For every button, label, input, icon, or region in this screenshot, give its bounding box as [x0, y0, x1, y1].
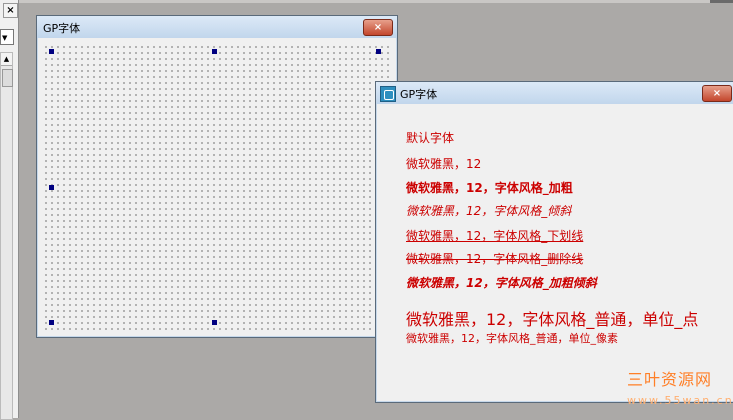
- watermark-logo: 三叶资源网: [627, 370, 713, 389]
- resize-handle[interactable]: [49, 185, 54, 190]
- runtime-window: GP字体 × 默认字体 微软雅黑，12 微软雅黑，12，字体风格_加粗 微软雅黑…: [375, 81, 733, 403]
- label-italic: 微软雅黑，12，字体风格_倾斜: [406, 204, 572, 218]
- resize-handle[interactable]: [212, 320, 217, 325]
- label-underline: 微软雅黑，12，字体风格_下划线: [406, 229, 584, 243]
- panel-scrollbar[interactable]: ▲: [0, 52, 13, 420]
- label-unit-point: 微软雅黑，12，字体风格_普通，单位_点: [406, 310, 699, 329]
- label-yahei-12: 微软雅黑，12: [406, 157, 482, 171]
- label-bold-italic: 微软雅黑，12，字体风格_加粗倾斜: [406, 276, 597, 290]
- designer-titlebar[interactable]: GP字体 ×: [37, 16, 397, 38]
- resize-handle[interactable]: [212, 49, 217, 54]
- watermark-url: www.55wan.cn: [627, 394, 733, 407]
- form-design-surface[interactable]: [43, 44, 392, 332]
- app-icon: [380, 86, 396, 102]
- panel-close-button[interactable]: ×: [3, 3, 18, 18]
- chevron-down-icon: ▼: [2, 34, 8, 42]
- resize-handle[interactable]: [49, 49, 54, 54]
- scroll-up-icon[interactable]: ▲: [1, 53, 12, 66]
- designer-title: GP字体: [43, 22, 81, 35]
- panel-combo[interactable]: ▼: [0, 29, 14, 45]
- left-panel: × ▼ ▲: [0, 0, 19, 420]
- designer-window: GP字体 ×: [36, 15, 398, 338]
- runtime-close-button[interactable]: ×: [702, 85, 732, 102]
- resize-handle[interactable]: [376, 49, 381, 54]
- label-default-font: 默认字体: [406, 131, 455, 145]
- label-unit-pixel: 微软雅黑，12，字体风格_普通，单位_像素: [406, 332, 618, 345]
- label-bold: 微软雅黑，12，字体风格_加粗: [406, 181, 573, 195]
- close-icon: ×: [6, 5, 15, 16]
- designer-close-button[interactable]: ×: [363, 19, 393, 36]
- close-icon: ×: [712, 88, 722, 99]
- close-icon: ×: [373, 22, 383, 33]
- top-bar: [710, 0, 733, 3]
- label-strikethrough: 微软雅黑，12，字体风格_删除线: [406, 252, 584, 266]
- top-edge: [19, 0, 733, 3]
- runtime-titlebar[interactable]: GP字体 ×: [376, 82, 733, 104]
- runtime-title: GP字体: [400, 88, 438, 101]
- resize-handle[interactable]: [49, 320, 54, 325]
- scroll-thumb[interactable]: [2, 69, 13, 87]
